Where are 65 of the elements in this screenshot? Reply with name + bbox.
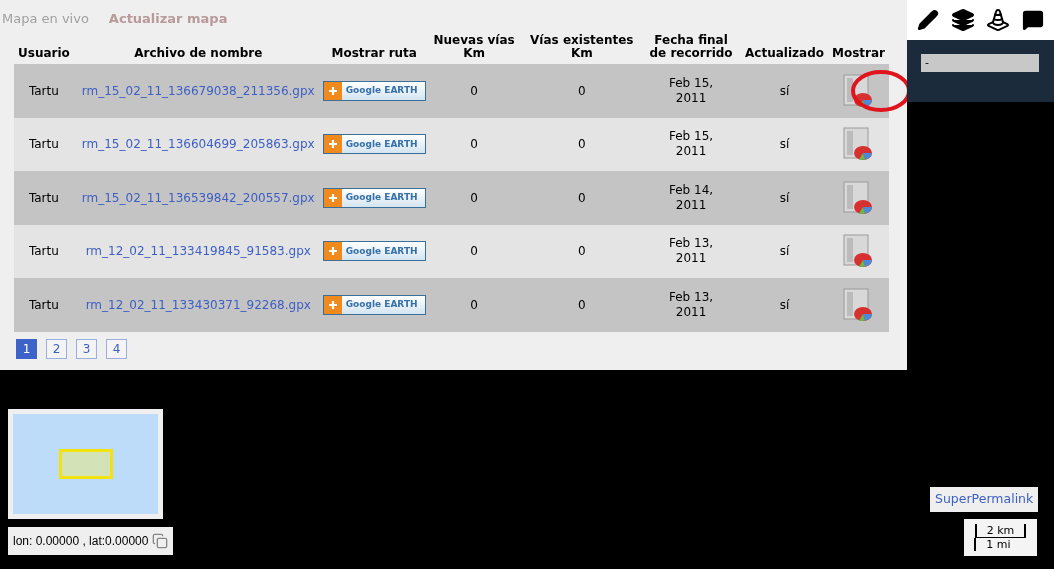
- column-header: Nuevas vías Km: [425, 30, 523, 64]
- file-link[interactable]: rm_15_02_11_136539842_200557.gpx: [81, 190, 315, 205]
- layers-icon[interactable]: [950, 8, 975, 32]
- table-cell: 0: [425, 117, 523, 171]
- page-button[interactable]: 2: [46, 339, 67, 359]
- google-earth-button[interactable]: Google EARTH: [322, 187, 426, 208]
- column-header: Vías existentes Km: [522, 30, 642, 64]
- table-cell: Tartu: [14, 64, 74, 118]
- report-chart-icon[interactable]: [843, 180, 874, 215]
- scale-label: 2 km: [974, 524, 1027, 538]
- page-button[interactable]: 1: [16, 339, 37, 359]
- column-header: Actualizado: [741, 30, 828, 64]
- table-cell: 0: [522, 278, 642, 332]
- table-cell: 0: [425, 224, 523, 278]
- table-cell: Tartu: [14, 171, 74, 225]
- google-earth-button[interactable]: Google EARTH: [322, 294, 426, 315]
- column-header: Archivo de nombre: [73, 30, 323, 64]
- google-earth-button[interactable]: Google EARTH: [322, 134, 426, 155]
- table-cell: 0: [425, 64, 523, 118]
- permalink-link[interactable]: SuperPermalink: [930, 487, 1039, 512]
- table-cell: sí: [741, 224, 828, 278]
- table-cell: sí: [741, 117, 828, 171]
- pencil-icon[interactable]: [916, 9, 939, 31]
- file-link[interactable]: rm_15_02_11_136604699_205863.gpx: [81, 137, 315, 152]
- google-earth-button[interactable]: Google EARTH: [322, 80, 426, 101]
- table-cell: Feb 13, 2011: [641, 278, 742, 332]
- coordinates-text: lon: 0.00000 , lat:0.00000: [13, 533, 149, 550]
- file-link[interactable]: rm_12_02_11_133419845_91583.gpx: [85, 244, 311, 259]
- cone-icon[interactable]: [986, 8, 1011, 32]
- report-chart-icon[interactable]: [843, 127, 874, 162]
- page-button[interactable]: 3: [76, 339, 97, 359]
- column-header: Mostrar ruta: [322, 30, 426, 64]
- report-chart-icon[interactable]: [843, 234, 874, 269]
- file-link[interactable]: rm_15_02_11_136679038_211356.gpx: [81, 83, 315, 98]
- copy-icon[interactable]: [152, 533, 169, 549]
- report-chart-icon[interactable]: [843, 287, 874, 322]
- google-earth-button[interactable]: Google EARTH: [322, 241, 426, 262]
- plus-icon: [323, 295, 342, 314]
- table-cell: 0: [425, 171, 523, 225]
- table-cell: 0: [522, 64, 642, 118]
- table-cell: Feb 13, 2011: [641, 224, 742, 278]
- table-cell: sí: [741, 64, 828, 118]
- column-header: Mostrar: [828, 30, 889, 64]
- table-cell: sí: [741, 171, 828, 225]
- column-header: Usuario: [14, 30, 74, 64]
- input-field[interactable]: -: [921, 53, 1039, 72]
- table-cell: 0: [522, 117, 642, 171]
- table-cell: Tartu: [14, 224, 74, 278]
- table-cell: 0: [522, 171, 642, 225]
- table-cell: Feb 15, 2011: [641, 64, 742, 118]
- file-link[interactable]: rm_12_02_11_133430371_92268.gpx: [85, 297, 311, 312]
- table-cell: Feb 14, 2011: [641, 171, 742, 225]
- table-cell: Feb 15, 2011: [641, 117, 742, 171]
- table-cell: Tartu: [14, 278, 74, 332]
- table-cell: 0: [425, 278, 523, 332]
- table-cell: 0: [522, 224, 642, 278]
- page-button[interactable]: 4: [106, 339, 127, 359]
- column-header: Fecha final de recorrido: [641, 30, 742, 64]
- table-cell: sí: [741, 278, 828, 332]
- plus-icon: [323, 135, 342, 154]
- scale-label: 1 mi: [974, 538, 1021, 551]
- plus-icon: [323, 81, 342, 100]
- table-cell: Tartu: [14, 117, 74, 171]
- plus-icon: [323, 242, 342, 261]
- plus-icon: [323, 188, 342, 207]
